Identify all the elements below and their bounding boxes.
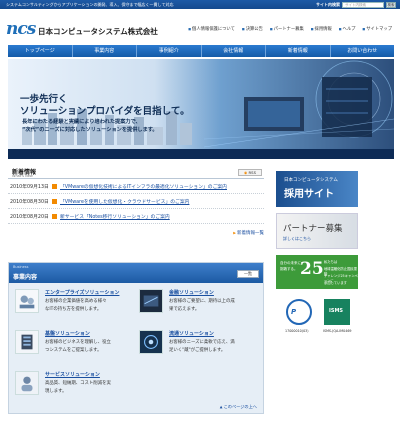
hero-body-2: “次代”のニーズに対応したソリューションを提供します。 xyxy=(22,127,158,133)
challenge-left-2: 挑戦する。 xyxy=(280,267,298,271)
infrastructure-thumbnail-icon xyxy=(15,330,39,354)
top-strip: システムコンサルティングからアプリケーションの開発、導入、保守まで幅広く一貫して… xyxy=(0,0,400,9)
isms-mark-letter: ISMS xyxy=(329,308,344,314)
util-link-sitemap[interactable]: サイトマップ xyxy=(362,26,392,32)
partner-banner-main: パートナー募集 xyxy=(283,224,343,234)
business-section: Business 事業内容 一覧 エンタープライズソリューション お客様の企業価… xyxy=(8,262,264,414)
business-title-en: Business xyxy=(13,265,29,269)
challenge-right-1: 私たちは xyxy=(324,260,338,264)
news-date: 2010年09月13日 xyxy=(10,184,49,190)
news-title-en: What's New xyxy=(12,174,33,178)
tab-cases[interactable]: 事例紹介 xyxy=(137,45,202,57)
news-link[interactable]: 新サービス「Notes移行ソリューション」のご案内 xyxy=(60,213,170,220)
news-bullet-icon xyxy=(52,213,57,219)
search-input[interactable]: サイト内検索 xyxy=(342,1,384,8)
sidebar: 日本コンピュータシステム 採用サイト パートナー募集 詳しくはこちら 自分の未来… xyxy=(276,171,358,349)
business-item-title[interactable]: 流通ソリューション xyxy=(169,330,214,337)
hero-band xyxy=(8,149,394,159)
business-item-title[interactable]: 基盤ソリューション xyxy=(45,330,90,337)
business-header: Business 事業内容 一覧 xyxy=(9,263,263,283)
business-item-desc: 高品質、短納期、コスト削減を実 xyxy=(45,381,111,386)
recruit-banner-small: 日本コンピュータシステム xyxy=(284,178,338,183)
utility-links: 個人情報保護について 決算公告 パートナー募集 採用情報 ヘルプ サイトマップ xyxy=(188,26,392,32)
distribution-thumbnail-icon xyxy=(139,330,163,354)
util-link-help[interactable]: ヘルプ xyxy=(339,26,356,32)
business-item: 金融ソリューション お客様のご要望に、期待以上の成 果で応えます。 xyxy=(139,289,259,327)
util-link-privacy[interactable]: 個人情報保護について xyxy=(188,26,235,32)
challenge-left-1: 自分の未来に xyxy=(280,261,301,265)
business-item-desc: お客様の企業価値を高める様々 xyxy=(45,299,107,304)
tab-news[interactable]: 新着情報 xyxy=(266,45,331,57)
news-item: 2010年08月30日 「VMwareを使用した仮想化・クラウドサービス」のご案… xyxy=(8,194,264,209)
tab-top[interactable]: トップページ xyxy=(8,45,73,57)
util-link-recruit[interactable]: 採用情報 xyxy=(311,26,332,32)
news-link[interactable]: 「VMwareの仮想化技術によるITインフラの最適化ソリューション」のご案内 xyxy=(60,183,227,190)
business-item-title[interactable]: エンタープライズソリューション xyxy=(45,289,119,296)
recruit-banner-main: 採用サイト xyxy=(284,189,334,200)
partner-banner[interactable]: パートナー募集 詳しくはこちら xyxy=(276,213,358,249)
certifications: P ISMS 17000010(03) ISMS-JQA-IM0469 xyxy=(276,299,358,349)
news-header: 新着情報 What's New ◉ RSS xyxy=(8,166,264,179)
news-bullet-icon xyxy=(52,198,57,204)
challenge-right-4: 参加しています xyxy=(324,281,347,285)
finance-thumbnail-icon xyxy=(139,289,163,313)
business-list-button[interactable]: 一覧 xyxy=(237,270,259,278)
tagline: システムコンサルティングからアプリケーションの開発、導入、保守まで幅広く一貫して… xyxy=(6,2,174,7)
business-item: 基盤ソリューション お客様のビジネスを理解し、役立 つシステムをご提案します。 xyxy=(15,330,135,368)
main-nav: トップページ 事業内容 事例紹介 会社情報 新着情報 お問い合わせ xyxy=(8,45,394,57)
business-item-title[interactable]: 金融ソリューション xyxy=(169,289,214,296)
business-item: 流通ソリューション お客様のニーズに柔軟で応え、満 足いく"蔵"がご提供します。 xyxy=(139,330,259,368)
privacy-mark-number: 17000010(03) xyxy=(285,329,309,333)
news-item: 2010年09月13日 「VMwareの仮想化技術によるITインフラの最適化ソリ… xyxy=(8,179,264,194)
challenge-number: 25 xyxy=(300,259,324,279)
business-item-desc: つシステムをご提案します。 xyxy=(45,348,102,353)
rss-label: RSS xyxy=(248,170,256,175)
search-button[interactable]: 検索 xyxy=(386,1,396,8)
news-item: 2010年08月20日 新サービス「Notes移行ソリューション」のご案内 xyxy=(8,209,264,224)
news-date: 2010年08月20日 xyxy=(10,214,49,220)
isms-mark-icon[interactable]: ISMS xyxy=(324,299,350,325)
news-more-link[interactable]: 新着情報一覧 xyxy=(8,230,264,236)
enterprise-thumbnail-icon xyxy=(15,289,39,313)
company-name[interactable]: 日本コンピュータシステム株式会社 xyxy=(38,26,158,37)
rss-icon: ◉ xyxy=(243,170,248,175)
util-link-partner[interactable]: パートナー募集 xyxy=(270,26,304,32)
tab-contact[interactable]: お問い合わせ xyxy=(331,45,395,57)
partner-banner-sub: 詳しくはこちら xyxy=(283,236,311,241)
business-item: エンタープライズソリューション お客様の企業価値を高める様々 なITの持ち方を提… xyxy=(15,289,135,327)
challenge25-banner[interactable]: 自分の未来に 挑戦する。 25 私たちは 地球温暖化防止国民運動 チャレンジ25… xyxy=(276,255,358,289)
tab-business[interactable]: 事業内容 xyxy=(73,45,137,57)
privacy-mark-icon[interactable]: P xyxy=(286,299,312,325)
news-date: 2010年08月30日 xyxy=(10,199,49,205)
page-top-link[interactable]: このページの上へ xyxy=(220,404,257,410)
page: システムコンサルティングからアプリケーションの開発、導入、保守まで幅広く一貫して… xyxy=(0,0,400,440)
util-link-financial[interactable]: 決算公告 xyxy=(242,26,263,32)
rss-button[interactable]: ◉ RSS xyxy=(238,169,262,176)
site-search-label: サイト内検索 xyxy=(316,2,340,7)
business-item-desc: なITの持ち方を提供します。 xyxy=(45,307,102,312)
isms-mark-number: ISMS-JQA-IM0469 xyxy=(323,329,352,333)
business-item-desc: 足いく"蔵"がご提供します。 xyxy=(169,348,226,353)
header: ncs 日本コンピュータシステム株式会社 個人情報保護について 決算公告 パート… xyxy=(0,9,400,41)
hero-headline-2: ソリューションプロバイダを目指して。 xyxy=(20,106,190,117)
business-item-desc: お客様のご要望に、期待以上の成 xyxy=(169,299,235,304)
business-item-desc: お客様のニーズに柔軟で応え、満 xyxy=(169,340,235,345)
business-item-title[interactable]: サービスソリューション xyxy=(45,371,100,378)
logo-mark[interactable]: ncs xyxy=(6,19,36,39)
business-item-desc: 果で応えます。 xyxy=(169,307,200,312)
service-thumbnail-icon xyxy=(15,371,39,395)
business-item-desc: 現します。 xyxy=(45,389,67,394)
tech-graphic-image xyxy=(204,60,394,148)
news-link[interactable]: 「VMwareを使用した仮想化・クラウドサービス」のご案内 xyxy=(60,198,189,205)
news-bullet-icon xyxy=(52,183,57,189)
hero-banner: 一歩先行く ソリューションプロバイダを目指して。 長年にわたる経験と実績により培… xyxy=(8,59,394,159)
tab-company[interactable]: 会社情報 xyxy=(202,45,266,57)
news-section: 新着情報 What's New ◉ RSS 2010年09月13日 「VMwar… xyxy=(8,166,264,236)
business-title: 事業内容 xyxy=(13,274,38,281)
privacy-mark-letter: P xyxy=(291,308,297,316)
hero-body-1: 長年にわたる経験と実績により培われた提案力で、 xyxy=(22,119,141,125)
business-item-desc: お客様のビジネスを理解し、役立 xyxy=(45,340,111,345)
recruit-banner[interactable]: 日本コンピュータシステム 採用サイト xyxy=(276,171,358,207)
business-item: サービスソリューション 高品質、短納期、コスト削減を実 現します。 xyxy=(15,371,135,409)
